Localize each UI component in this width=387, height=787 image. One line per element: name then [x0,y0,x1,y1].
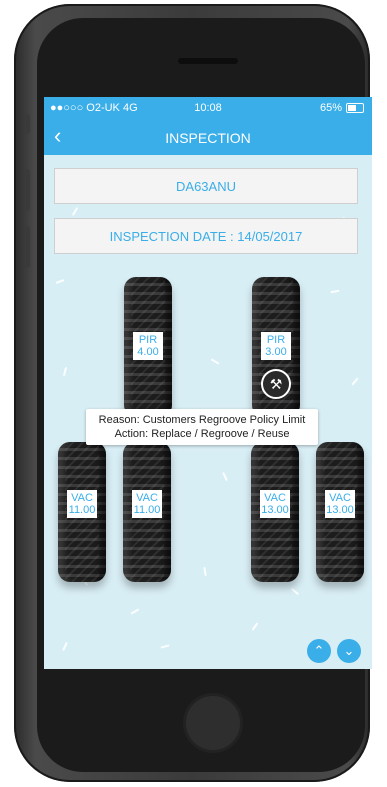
tyre-depth: 4.00 [137,346,159,358]
registration-card[interactable]: DA63ANU [54,168,358,204]
tyre-code: PIR [266,334,286,346]
nav-bar: ‹ INSPECTION [44,119,372,155]
confetti [222,471,228,482]
tyre-depth: 13.00 [261,504,289,516]
home-button[interactable] [183,693,243,753]
tyre-front-right[interactable]: PIR 3.00 ⚒ [252,277,300,417]
tyre-depth: 3.00 [265,346,287,358]
wrench-icon[interactable]: ⚒ [261,369,291,399]
tyre-depth: 13.00 [326,504,354,516]
confetti [160,644,170,649]
tyre-tag: VAC 13.00 [325,490,355,518]
chevron-up-icon[interactable]: ⌃ [307,639,331,663]
confetti [251,622,259,631]
page-title: INSPECTION [165,130,251,146]
confetti [330,289,340,294]
tooltip-reason: Reason: Customers Regroove Policy Limit [98,414,306,426]
tyre-front-left[interactable]: PIR 4.00 [124,277,172,417]
tyre-tag: VAC 11.00 [132,490,162,518]
tyre-code: VAC [71,492,93,504]
tyre-rear-left-inner[interactable]: VAC 11.00 [123,442,171,582]
tyre-code: PIR [138,334,158,346]
battery-indicator: 65% [320,102,364,114]
inspection-date-card[interactable]: INSPECTION DATE : 14/05/2017 [54,218,358,254]
confetti [130,608,140,615]
tooltip-action: Action: Replace / Regroove / Reuse [114,428,290,440]
confetti [210,358,220,365]
volume-up-button [24,169,30,211]
tyre-depth: 11.00 [68,504,96,516]
app-screen: ●●○○○ O2-UK 4G 10:08 65% ‹ INSPECTION DA… [44,97,372,669]
earpiece-speaker [178,58,238,64]
confetti [71,207,79,216]
tyre-tag: VAC 11.00 [67,490,97,518]
confetti [55,279,65,284]
volume-down-button [24,226,30,268]
tyre-rear-right-outer[interactable]: VAC 13.00 [316,442,364,582]
confetti [351,377,359,386]
confetti [203,566,207,577]
battery-icon [346,103,364,113]
status-bar: ●●○○○ O2-UK 4G 10:08 65% [44,97,372,119]
tyre-tag: VAC 13.00 [260,490,290,518]
tyre-tag: PIR 3.00 [261,332,291,360]
chevron-down-icon[interactable]: ⌄ [337,639,361,663]
tyre-depth: 11.00 [133,504,161,516]
tyre-code: VAC [264,492,286,504]
confetti [62,366,68,377]
tyre-code: VAC [136,492,158,504]
tyre-rear-left-outer[interactable]: VAC 11.00 [58,442,106,582]
tyre-tag: PIR 4.00 [133,332,163,360]
tyre-code: VAC [329,492,351,504]
confetti [290,587,300,596]
battery-percent: 65% [319,102,342,114]
tyre-rear-right-inner[interactable]: VAC 13.00 [251,442,299,582]
confetti [62,641,68,652]
mute-switch [24,114,30,134]
recommendation-tooltip: Reason: Customers Regroove Policy Limit … [86,409,318,445]
